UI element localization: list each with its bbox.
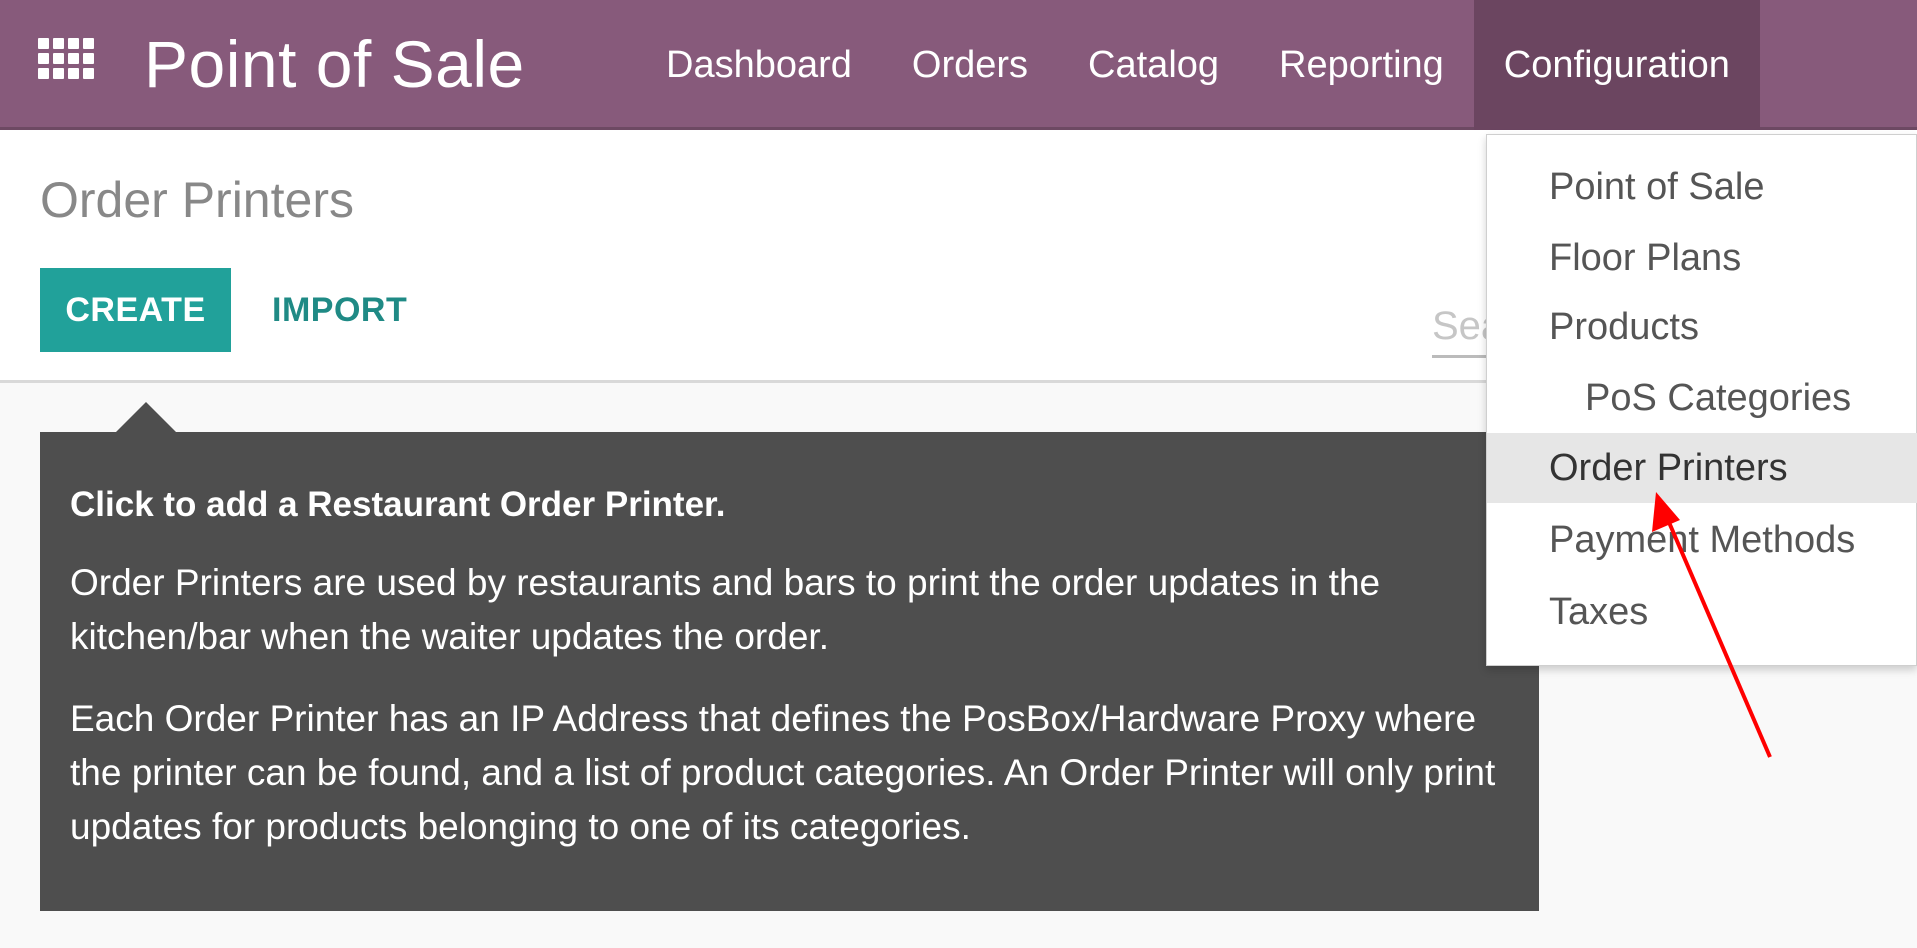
top-navbar: Point of Sale Dashboard Orders Catalog R… xyxy=(0,0,1917,130)
dropdown-item-floor-plans[interactable]: Floor Plans xyxy=(1487,223,1917,293)
dropdown-item-taxes[interactable]: Taxes xyxy=(1487,577,1917,647)
dropdown-item-products[interactable]: Products xyxy=(1487,292,1917,362)
app-brand-title: Point of Sale xyxy=(144,27,525,101)
dropdown-item-point-of-sale[interactable]: Point of Sale xyxy=(1487,152,1917,222)
no-content-help: Click to add a Restaurant Order Printer.… xyxy=(40,402,1539,911)
main-menu: Dashboard Orders Catalog Reporting Confi… xyxy=(636,0,1760,130)
menu-catalog[interactable]: Catalog xyxy=(1058,0,1249,130)
menu-orders[interactable]: Orders xyxy=(882,0,1058,130)
page-title: Order Printers xyxy=(40,172,354,228)
configuration-dropdown: Point of Sale Floor Plans Products PoS C… xyxy=(1486,134,1917,666)
import-button[interactable]: IMPORT xyxy=(258,268,421,352)
help-paragraph-1: Order Printers are used by restaurants a… xyxy=(70,562,1381,657)
apps-grid-icon[interactable] xyxy=(38,38,94,86)
dropdown-item-payment-methods[interactable]: Payment Methods xyxy=(1487,505,1917,575)
menu-reporting[interactable]: Reporting xyxy=(1249,0,1474,130)
create-button[interactable]: CREATE xyxy=(40,268,231,352)
menu-dashboard[interactable]: Dashboard xyxy=(636,0,882,130)
help-title: Click to add a Restaurant Order Printer. xyxy=(70,485,726,524)
dropdown-item-pos-categories[interactable]: PoS Categories xyxy=(1487,363,1917,433)
dropdown-item-order-printers[interactable]: Order Printers xyxy=(1487,433,1917,503)
help-paragraph-2: Each Order Printer has an IP Address tha… xyxy=(70,698,1496,847)
menu-configuration[interactable]: Configuration xyxy=(1473,0,1760,130)
